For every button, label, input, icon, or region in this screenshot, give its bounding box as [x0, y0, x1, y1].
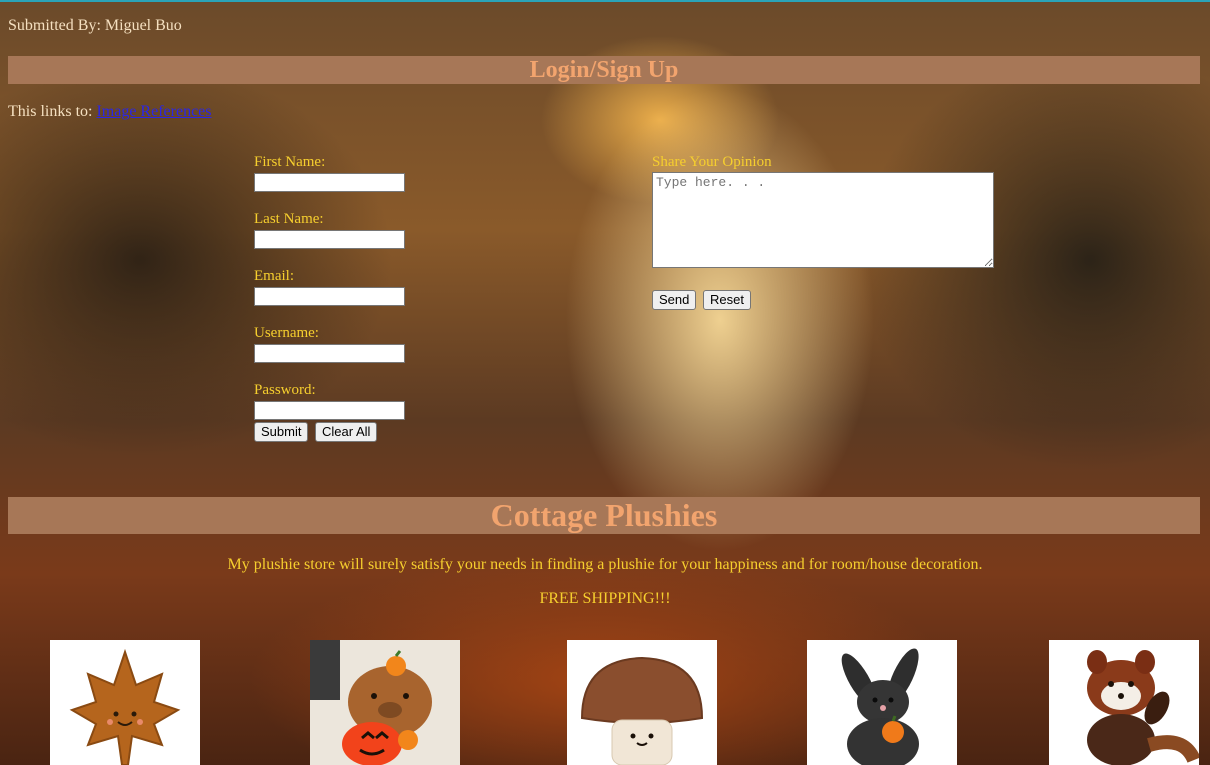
product-card[interactable]	[50, 640, 200, 765]
product-card[interactable]	[1049, 640, 1199, 765]
window-top-border	[0, 0, 1210, 2]
reset-button[interactable]: Reset	[703, 290, 751, 310]
username-input[interactable]	[254, 344, 405, 363]
product-card[interactable]	[807, 640, 957, 765]
mushroom-plushie-icon	[580, 656, 704, 765]
maple-leaf-plushie-icon	[69, 648, 181, 765]
red-panda-plushie-icon	[1087, 650, 1199, 765]
send-button[interactable]: Send	[652, 290, 697, 310]
last-name-label: Last Name:	[254, 211, 324, 227]
image-references-link[interactable]: Image References	[96, 103, 211, 120]
store-banner: Cottage Plushies	[8, 497, 1200, 534]
password-label: Password:	[254, 382, 316, 398]
submit-button[interactable]: Submit	[254, 422, 309, 442]
first-name-label: First Name:	[254, 154, 326, 170]
opinion-textarea[interactable]	[652, 172, 994, 268]
clear-all-button[interactable]: Clear All	[315, 422, 378, 442]
first-name-input[interactable]	[254, 173, 405, 192]
email-input[interactable]	[254, 287, 405, 306]
links-prefix: This links to:	[8, 103, 97, 120]
links-line: This links to: Image References	[8, 103, 212, 121]
product-card[interactable]	[567, 640, 717, 765]
store-description: My plushie store will surely satisfy you…	[227, 556, 983, 573]
capybara-plushie-icon	[310, 640, 460, 765]
free-shipping-text: FREE SHIPPING!!!	[539, 590, 671, 607]
opinion-label: Share Your Opinion	[652, 154, 772, 170]
email-label: Email:	[254, 268, 294, 284]
login-banner: Login/Sign Up	[8, 56, 1200, 84]
username-label: Username:	[254, 325, 319, 341]
last-name-input[interactable]	[254, 230, 405, 249]
submitted-by-text: Submitted By: Miguel Buo	[8, 17, 182, 34]
bunny-plushie-icon	[841, 648, 919, 765]
product-card[interactable]	[310, 640, 460, 765]
password-input[interactable]	[254, 401, 405, 420]
